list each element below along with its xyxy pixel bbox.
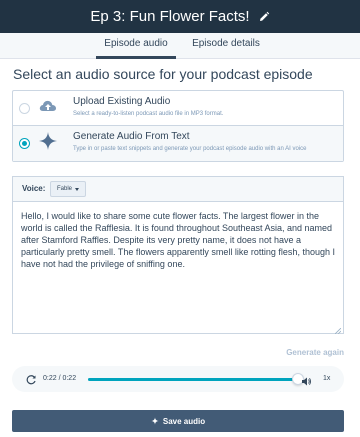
save-audio-button[interactable]: Save audio	[12, 410, 344, 432]
radio-upload[interactable]	[19, 103, 30, 114]
option-description: Select a ready-to-listen podcast audio f…	[73, 111, 224, 117]
episode-title: Ep 3: Fun Flower Facts!	[90, 8, 250, 25]
progress-fill	[88, 378, 298, 381]
tab-episode-details[interactable]: Episode details	[186, 33, 266, 59]
progress-track[interactable]	[88, 378, 298, 381]
sparkle-icon	[151, 417, 159, 425]
option-generate-audio[interactable]: Generate Audio From Text Type in or past…	[13, 126, 343, 161]
option-title: Upload Existing Audio	[73, 96, 171, 107]
resize-handle-icon[interactable]	[334, 325, 342, 335]
option-title: Generate Audio From Text	[73, 131, 190, 142]
replay-icon[interactable]	[25, 373, 37, 385]
voice-label: Voice:	[22, 184, 46, 193]
save-audio-label: Save audio	[162, 416, 206, 426]
pencil-icon[interactable]	[258, 11, 270, 23]
generate-again-button[interactable]: Generate again	[286, 348, 344, 357]
playback-time: 0:22 / 0:22	[43, 375, 77, 382]
audio-player: 0:22 / 0:22 1x	[12, 366, 344, 392]
script-textarea[interactable]: Hello, I would like to share some cute f…	[12, 201, 344, 335]
voice-dropdown[interactable]: Fable	[50, 181, 87, 197]
episode-header: Ep 3: Fun Flower Facts!	[0, 0, 360, 33]
tab-bar: Episode audio Episode details	[0, 33, 360, 59]
voice-selected-value: Fable	[57, 186, 73, 192]
page-title: Select an audio source for your podcast …	[13, 66, 313, 82]
tab-episode-audio[interactable]: Episode audio	[96, 33, 176, 59]
cloud-upload-icon	[38, 96, 58, 116]
sparkle-icon	[38, 131, 58, 151]
audio-source-options: Upload Existing Audio Select a ready-to-…	[12, 90, 344, 162]
script-text: Hello, I would like to share some cute f…	[21, 211, 335, 269]
option-description: Type in or paste text snippets and gener…	[73, 146, 307, 152]
playback-speed-button[interactable]: 1x	[323, 375, 330, 382]
voice-toolbar: Voice: Fable	[12, 176, 344, 201]
volume-icon[interactable]	[301, 374, 312, 386]
caret-down-icon	[75, 187, 80, 191]
option-upload-existing-audio[interactable]: Upload Existing Audio Select a ready-to-…	[13, 91, 343, 126]
radio-generate[interactable]	[19, 138, 30, 149]
